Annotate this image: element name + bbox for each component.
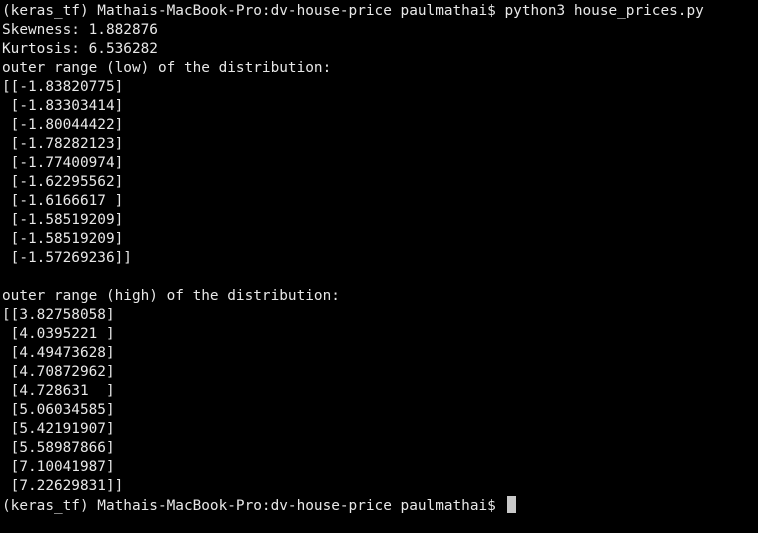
output-line: [4.70872962] [2, 364, 115, 380]
output-line: [4.728631 ] [2, 383, 115, 399]
output-line: [4.49473628] [2, 345, 115, 361]
output-line: [-1.77400974] [2, 155, 124, 171]
output-line: [5.42191907] [2, 421, 115, 437]
output-line: [-1.80044422] [2, 117, 124, 133]
output-line: [-1.58519209] [2, 212, 124, 228]
output-line: [-1.83303414] [2, 98, 124, 114]
output-line: [-1.78282123] [2, 136, 124, 152]
output-line: Skewness: 1.882876 [2, 22, 158, 38]
output-line: outer range (high) of the distribution: [2, 288, 340, 304]
output-line: [[3.82758058] [2, 307, 115, 323]
output-line: [[-1.83820775] [2, 79, 124, 95]
output-line: [-1.58519209] [2, 231, 124, 247]
command-text: python3 house_prices.py [504, 3, 704, 19]
output-line: outer range (low) of the distribution: [2, 60, 332, 76]
prompt-text: (keras_tf) Mathais-MacBook-Pro:dv-house-… [2, 498, 496, 514]
output-line: [7.22629831]] [2, 478, 124, 494]
cursor [506, 496, 516, 513]
command-output: Skewness: 1.882876 Kurtosis: 6.536282 oute… [2, 21, 758, 496]
command-line: (keras_tf) Mathais-MacBook-Pro:dv-house-… [2, 2, 758, 21]
output-line: [4.0395221 ] [2, 326, 115, 342]
output-line: [7.10041987] [2, 459, 115, 475]
terminal-window[interactable]: (keras_tf) Mathais-MacBook-Pro:dv-house-… [0, 0, 758, 533]
output-line: [5.06034585] [2, 402, 115, 418]
output-line: Kurtosis: 6.536282 [2, 41, 158, 57]
output-line: [5.58987866] [2, 440, 115, 456]
output-line: [-1.6166617 ] [2, 193, 124, 209]
output-line: [-1.57269236]] [2, 250, 132, 266]
output-line: [-1.62295562] [2, 174, 124, 190]
final-prompt-line[interactable]: (keras_tf) Mathais-MacBook-Pro:dv-house-… [2, 496, 758, 515]
prompt-text: (keras_tf) Mathais-MacBook-Pro:dv-house-… [2, 3, 496, 19]
